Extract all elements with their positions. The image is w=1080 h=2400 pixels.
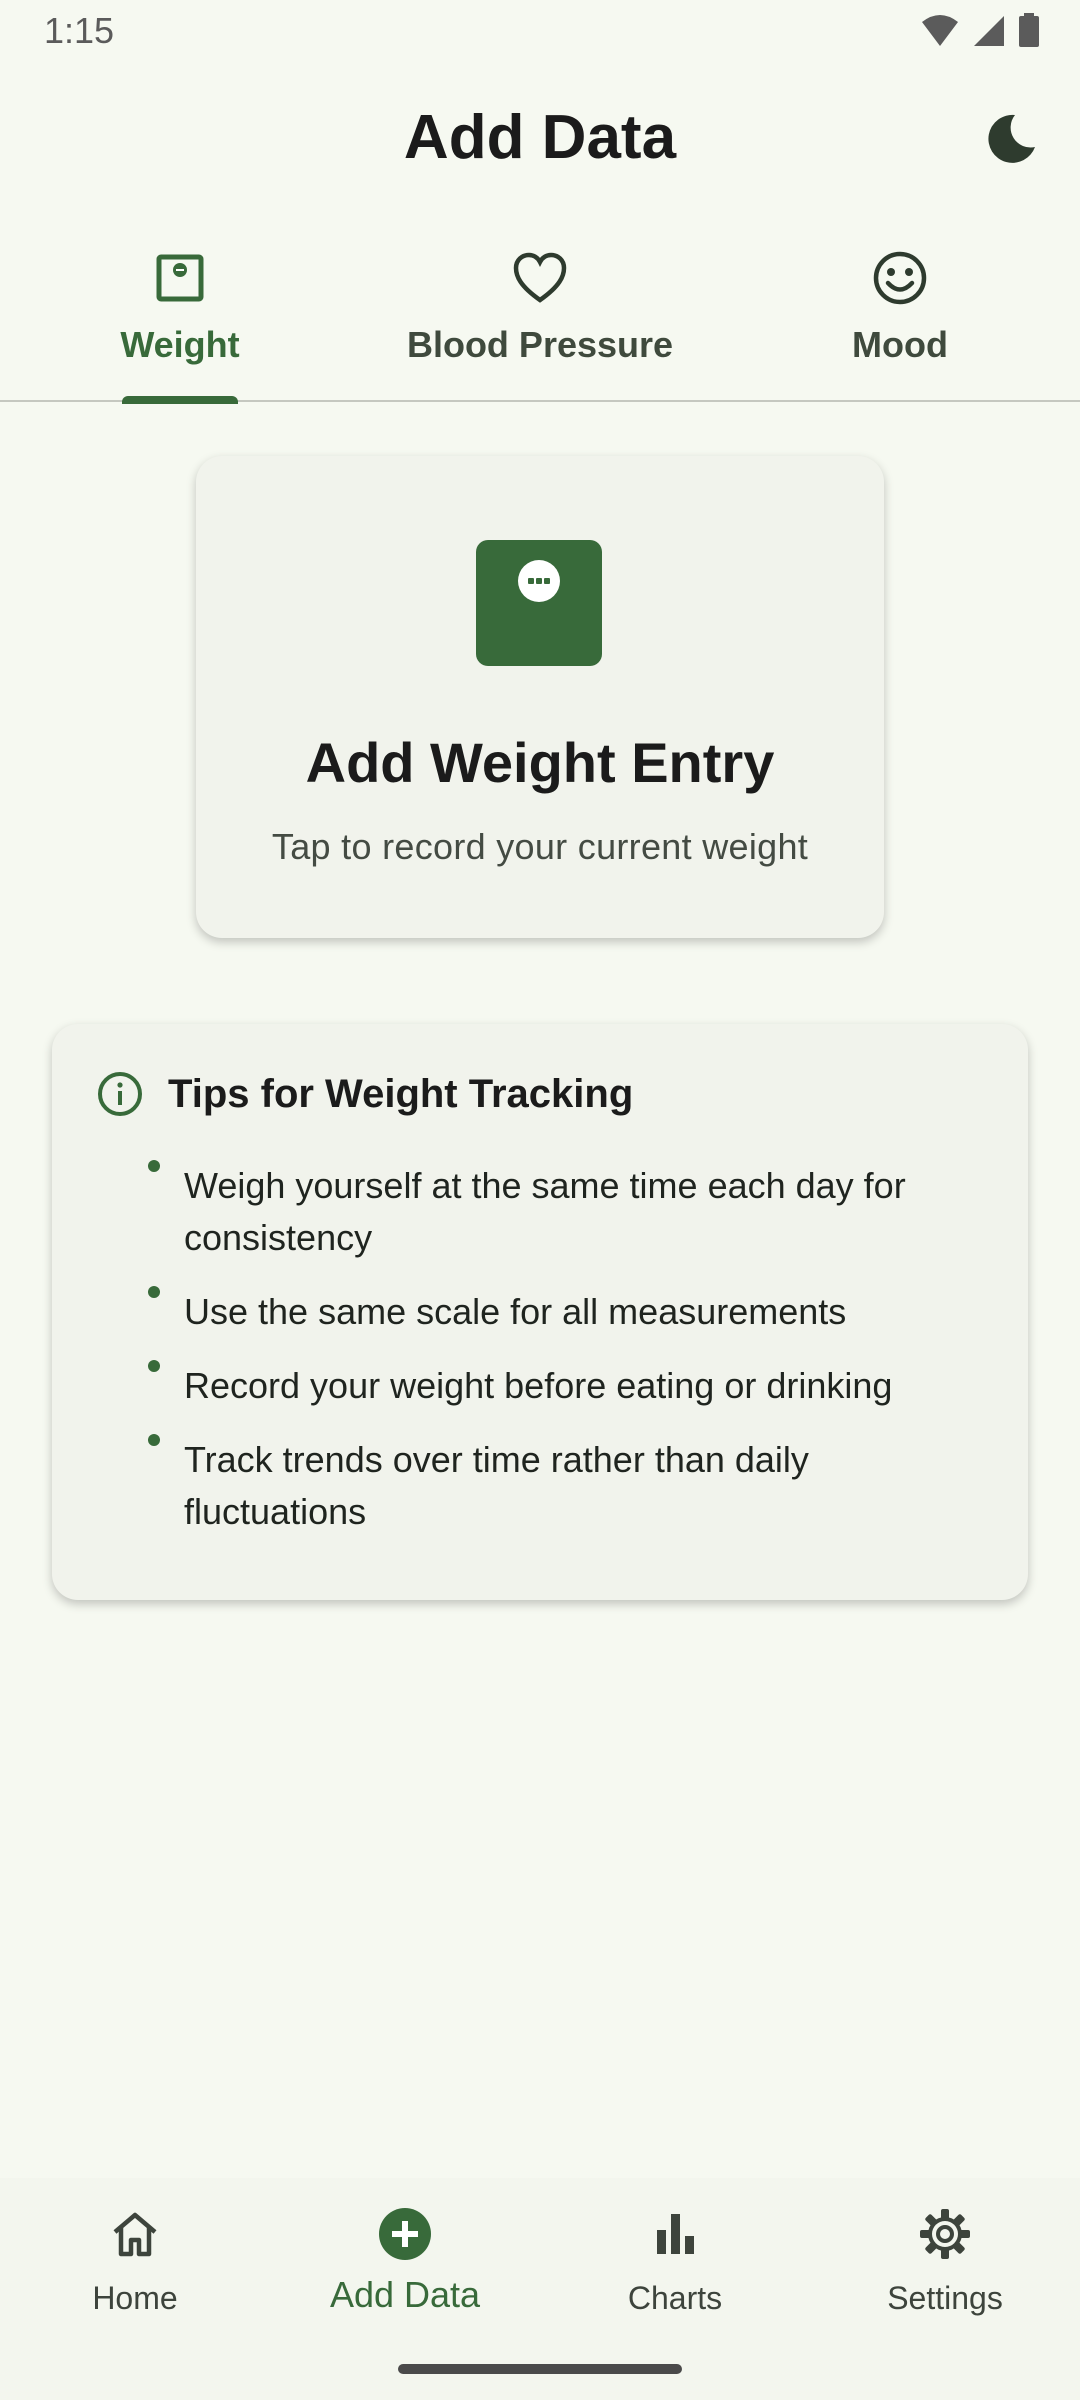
bullet [148, 1360, 160, 1372]
nav-label: Add Data [329, 2274, 481, 2315]
list-item: Weigh yourself at the same time each day… [96, 1160, 996, 1264]
tip-text: Record your weight before eating or drin… [184, 1365, 893, 1406]
add-entry-subtitle: Tap to record your current weight [271, 826, 809, 867]
scale-icon [476, 540, 602, 666]
tips-header: Tips for Weight Tracking [96, 1070, 633, 1118]
heart-outline-icon [513, 252, 567, 303]
app-bar: Add Data [0, 62, 1080, 212]
home-icon [113, 2212, 157, 2257]
list-item: Use the same scale for all measurements [96, 1286, 996, 1338]
bullet [148, 1434, 160, 1446]
tip-text: Track trends over time rather than daily… [184, 1439, 809, 1532]
tab-mood[interactable]: Mood [720, 248, 1080, 398]
smile-icon [873, 251, 927, 305]
tips-card: Tips for Weight Tracking Weigh yourself … [52, 1024, 1028, 1600]
tab-label: Weight [120, 324, 240, 365]
nav-label: Settings [887, 2280, 1003, 2316]
tab-label: Blood Pressure [406, 324, 674, 365]
nav-label: Home [92, 2280, 178, 2316]
tab-blood-pressure[interactable]: Blood Pressure [360, 248, 720, 398]
nav-add-data[interactable]: Add Data [270, 2206, 540, 2346]
wifi-icon [922, 15, 958, 46]
gear-icon [920, 2209, 970, 2259]
bar-chart-icon [657, 2214, 694, 2254]
add-entry-title: Add Weight Entry [305, 731, 775, 794]
add-data-screen: 1:15 Add Data Weight Blood Pressure Mood… [0, 0, 1080, 2400]
theme-toggle-button[interactable] [980, 106, 1044, 170]
info-icon [98, 1072, 142, 1116]
status-time: 1:15 [44, 10, 115, 51]
status-bar: 1:15 [0, 0, 1080, 62]
add-circle-icon [379, 2208, 431, 2260]
list-item: Track trends over time rather than daily… [96, 1434, 996, 1538]
add-weight-entry-card[interactable]: Add Weight Entry Tap to record your curr… [196, 456, 884, 938]
cell-signal-icon [974, 16, 1004, 46]
scale-icon [156, 254, 204, 302]
nav-label: Charts [627, 2280, 723, 2316]
list-item: Record your weight before eating or drin… [96, 1360, 996, 1412]
tips-list: Weigh yourself at the same time each day… [96, 1160, 996, 1560]
tab-label: Mood [852, 324, 948, 365]
page-title: Add Data [403, 103, 677, 172]
active-tab-indicator [122, 396, 238, 404]
tip-text: Weigh yourself at the same time each day… [184, 1165, 906, 1258]
nav-charts[interactable]: Charts [540, 2206, 810, 2346]
tip-text: Use the same scale for all measurements [184, 1291, 847, 1332]
nav-settings[interactable]: Settings [810, 2206, 1080, 2346]
status-icons [920, 12, 1040, 48]
home-gesture-bar[interactable] [398, 2364, 682, 2374]
tab-weight[interactable]: Weight [0, 248, 360, 398]
bullet [148, 1286, 160, 1298]
moon-icon [988, 114, 1035, 163]
bullet [148, 1160, 160, 1172]
data-type-tabs: Weight Blood Pressure Mood [0, 212, 1080, 404]
nav-home[interactable]: Home [0, 2206, 270, 2346]
battery-icon [1019, 13, 1039, 47]
tips-title: Tips for Weight Tracking [168, 1071, 634, 1116]
